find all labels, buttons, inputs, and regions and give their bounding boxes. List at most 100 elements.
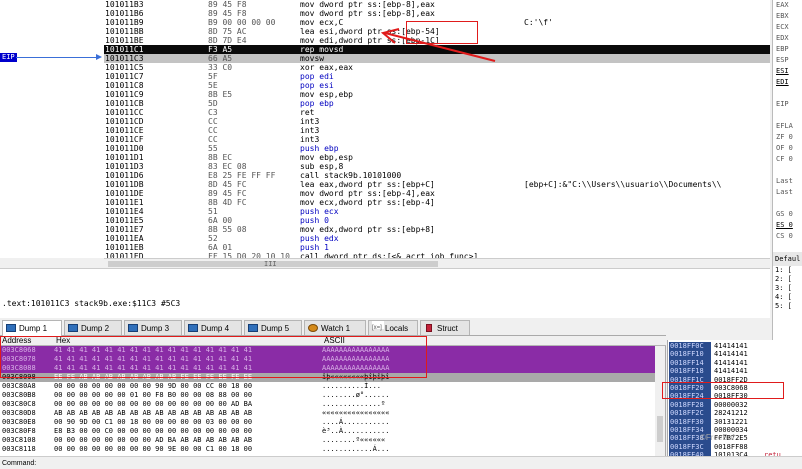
disasm-row[interactable]: 101011B6 89 45 F8 mov dword ptr ss:[ebp-8]… bbox=[104, 9, 770, 18]
stack-row[interactable]: 0018FF18 41414141 bbox=[668, 367, 798, 376]
disasm-bytes: 6A 01 bbox=[208, 243, 233, 252]
register-label: GS 0 bbox=[776, 210, 793, 218]
register-label: EBP bbox=[776, 45, 789, 53]
disasm-row[interactable]: 101011D6 E8 25 FE FF FF call stack9b.10101… bbox=[104, 171, 770, 180]
dump-view[interactable]: Address Hex ASCII 003C8068 41 41 41 41 41… bbox=[0, 336, 666, 456]
disasm-row[interactable]: 101011B3 89 45 F8 mov dword ptr ss:[ebp-8]… bbox=[104, 0, 770, 9]
dump-icon bbox=[6, 324, 16, 332]
stack-view[interactable]: 0018FF0C 41414141 0018FF10 41414141 0018FF14… bbox=[662, 340, 802, 460]
tab-watch-1[interactable]: Watch 1 bbox=[304, 320, 366, 335]
stack-row[interactable]: 0018FF2C 28241212 bbox=[668, 409, 798, 418]
dump-hex: 00 00 00 00 00 00 00 00 00 00 00 00 00 0… bbox=[54, 400, 253, 408]
disasm-row[interactable]: 101011CC C3 ret bbox=[104, 108, 770, 117]
disasm-row[interactable]: 101011E4 51 push ecx bbox=[104, 207, 770, 216]
disasm-row[interactable]: 101011C9 8B E5 mov esp,ebp bbox=[104, 90, 770, 99]
command-bar[interactable]: Command: bbox=[0, 456, 802, 469]
tab-dump-1[interactable]: Dump 1 bbox=[2, 320, 62, 336]
locals-icon: [x=] bbox=[372, 321, 384, 331]
default-calling-panel[interactable]: Defaul 1: [2: [3: [4: [5: [ bbox=[772, 252, 802, 342]
disasm-bytes: 8B 55 08 bbox=[208, 225, 247, 234]
dump-hex: E8 B3 00 00 C0 00 00 00 00 00 00 00 00 0… bbox=[54, 427, 253, 435]
dump-address: 003C8108 bbox=[2, 436, 36, 444]
disasm-instruction: lea eax,dword ptr ss:[ebp+C] bbox=[300, 180, 435, 189]
disasm-row[interactable]: 101011E1 8B 4D FC mov ecx,dword ptr ss:[eb… bbox=[104, 198, 770, 207]
dump-row[interactable]: 003C80D8 AB AB AB AB AB AB AB AB AB AB AB… bbox=[0, 409, 655, 418]
disasm-instruction: mov dword ptr ss:[ebp-8],eax bbox=[300, 0, 435, 9]
disasm-row[interactable]: 101011CD CC int3 bbox=[104, 117, 770, 126]
disasm-bytes: CC bbox=[208, 135, 218, 144]
default-panel-line: 4: [ bbox=[775, 293, 792, 301]
default-panel-header: Defaul bbox=[773, 252, 802, 266]
dump-address: 003C80F8 bbox=[2, 427, 36, 435]
disasm-row[interactable]: 101011E7 8B 55 08 mov edx,dword ptr ss:[eb… bbox=[104, 225, 770, 234]
dump-row[interactable]: 003C80F8 E8 B3 00 00 C0 00 00 00 00 00 00… bbox=[0, 427, 655, 436]
stack-value: 41414141 bbox=[714, 358, 748, 367]
register-label bbox=[773, 165, 802, 176]
stack-row[interactable]: 0018FF10 41414141 bbox=[668, 350, 798, 359]
disasm-row[interactable]: 101011D0 55 push ebp bbox=[104, 144, 770, 153]
registers-panel[interactable]: EAX EBX ECX EDX EBP ESP ESI EDI EIP EFLA ZF 0 OF 0 C… bbox=[772, 0, 802, 252]
disasm-address: 101011D1 bbox=[105, 153, 144, 162]
disasm-bytes: CC bbox=[208, 117, 218, 126]
tab-label: Dump 1 bbox=[19, 324, 48, 333]
command-label: Command: bbox=[2, 460, 37, 467]
dump-icon bbox=[248, 324, 258, 332]
disassembly-view[interactable]: EIP 101011B3 89 45 F8 mov dword ptr ss:[eb… bbox=[0, 0, 770, 258]
dump-row[interactable]: 003C8108 00 00 00 00 00 00 00 00 AD BA AB… bbox=[0, 436, 655, 445]
disasm-row[interactable]: 101011EB 6A 01 push 1 bbox=[104, 243, 770, 252]
tab-locals[interactable]: [x=] Locals bbox=[368, 320, 418, 335]
stack-row[interactable]: 0018FF3C 0018FF88 bbox=[668, 442, 798, 452]
disasm-bytes: B9 00 00 00 00 bbox=[208, 18, 276, 27]
dump-address: 003C80D8 bbox=[2, 409, 36, 417]
dump-row[interactable]: 003C8118 00 00 00 00 00 00 00 00 90 9E 00… bbox=[0, 445, 655, 454]
disasm-instruction: push ebp bbox=[300, 144, 339, 153]
dump-ascii: ........ø°...... bbox=[322, 391, 390, 399]
disasm-bytes: 55 bbox=[208, 144, 218, 153]
disasm-row[interactable]: 101011DE 89 45 FC mov dword ptr ss:[ebp-4]… bbox=[104, 189, 770, 198]
disasm-row[interactable]: 101011CE CC int3 bbox=[104, 126, 770, 135]
disasm-bytes: 89 45 F8 bbox=[208, 0, 247, 9]
disasm-instruction: pop ebp bbox=[300, 99, 334, 108]
dump-row[interactable]: 003C80E8 00 90 9D 00 C1 00 18 00 00 00 00… bbox=[0, 418, 655, 427]
disasm-row[interactable]: 101011CF CC int3 bbox=[104, 135, 770, 144]
disasm-address: 101011B6 bbox=[105, 9, 144, 18]
stack-address: 0018FF10 bbox=[669, 350, 711, 359]
disasm-row[interactable]: 101011DB 8D 45 FC lea eax,dword ptr ss:[eb… bbox=[104, 180, 770, 189]
stack-address: 0018FF14 bbox=[669, 358, 711, 368]
tab-dump-2[interactable]: Dump 2 bbox=[64, 320, 122, 335]
disasm-hscrollbar[interactable]: III bbox=[104, 258, 770, 268]
disasm-row[interactable]: 101011C8 5E pop esi bbox=[104, 81, 770, 90]
disasm-address: 101011E1 bbox=[105, 198, 144, 207]
dump-row[interactable]: 003C80B8 00 00 00 00 00 00 01 00 F8 B0 00… bbox=[0, 391, 655, 400]
info-line: .text:101011C3 stack9b.exe:$11C3 #5C3 bbox=[2, 299, 181, 308]
stack-value: 30131221 bbox=[714, 417, 748, 426]
eip-arrow-line bbox=[16, 57, 100, 58]
tab-label: Locals bbox=[385, 324, 409, 333]
tab-dump-5[interactable]: Dump 5 bbox=[244, 320, 302, 335]
disasm-bytes: 89 45 FC bbox=[208, 189, 247, 198]
tab-struct[interactable]: Struct bbox=[420, 320, 470, 335]
dump-address: 003C80E8 bbox=[2, 418, 36, 426]
dump-row[interactable]: 003C80C8 00 00 00 00 00 00 00 00 00 00 00… bbox=[0, 400, 655, 409]
dump-vscrollbar[interactable] bbox=[655, 346, 665, 456]
stack-row[interactable]: 0018FF0C 41414141 bbox=[668, 342, 798, 351]
stack-row[interactable]: 0018FF30 30131221 bbox=[668, 417, 798, 427]
stack-row[interactable]: 0018FF14 41414141 bbox=[668, 358, 798, 368]
tab-dump-3[interactable]: Dump 3 bbox=[124, 320, 182, 335]
disasm-row[interactable]: 101011D1 8B EC mov ebp,esp bbox=[104, 153, 770, 162]
stack-address: 0018FF28 bbox=[669, 400, 711, 410]
annotation-box-dump bbox=[0, 336, 427, 378]
scrollbar-thumb[interactable] bbox=[657, 416, 663, 442]
disasm-instruction: push edx bbox=[300, 234, 339, 243]
disasm-bytes: 66 A5 bbox=[208, 54, 233, 63]
disasm-row[interactable]: 101011D3 83 EC 08 sub esp,8 bbox=[104, 162, 770, 171]
disasm-row[interactable]: 101011E5 6A 00 push 0 bbox=[104, 216, 770, 225]
disasm-row[interactable]: 101011C7 5F pop edi bbox=[104, 72, 770, 81]
disasm-instruction: pop esi bbox=[300, 81, 334, 90]
disasm-bytes: 5F bbox=[208, 72, 218, 81]
disasm-row[interactable]: 101011EA 52 push edx bbox=[104, 234, 770, 243]
tab-dump-4[interactable]: Dump 4 bbox=[184, 320, 242, 335]
dump-row[interactable]: 003C80A8 00 00 00 00 00 00 00 00 90 9D 00… bbox=[0, 382, 655, 391]
stack-row[interactable]: 0018FF28 00000032 bbox=[668, 400, 798, 410]
disasm-row[interactable]: 101011CB 5D pop ebp bbox=[104, 99, 770, 108]
